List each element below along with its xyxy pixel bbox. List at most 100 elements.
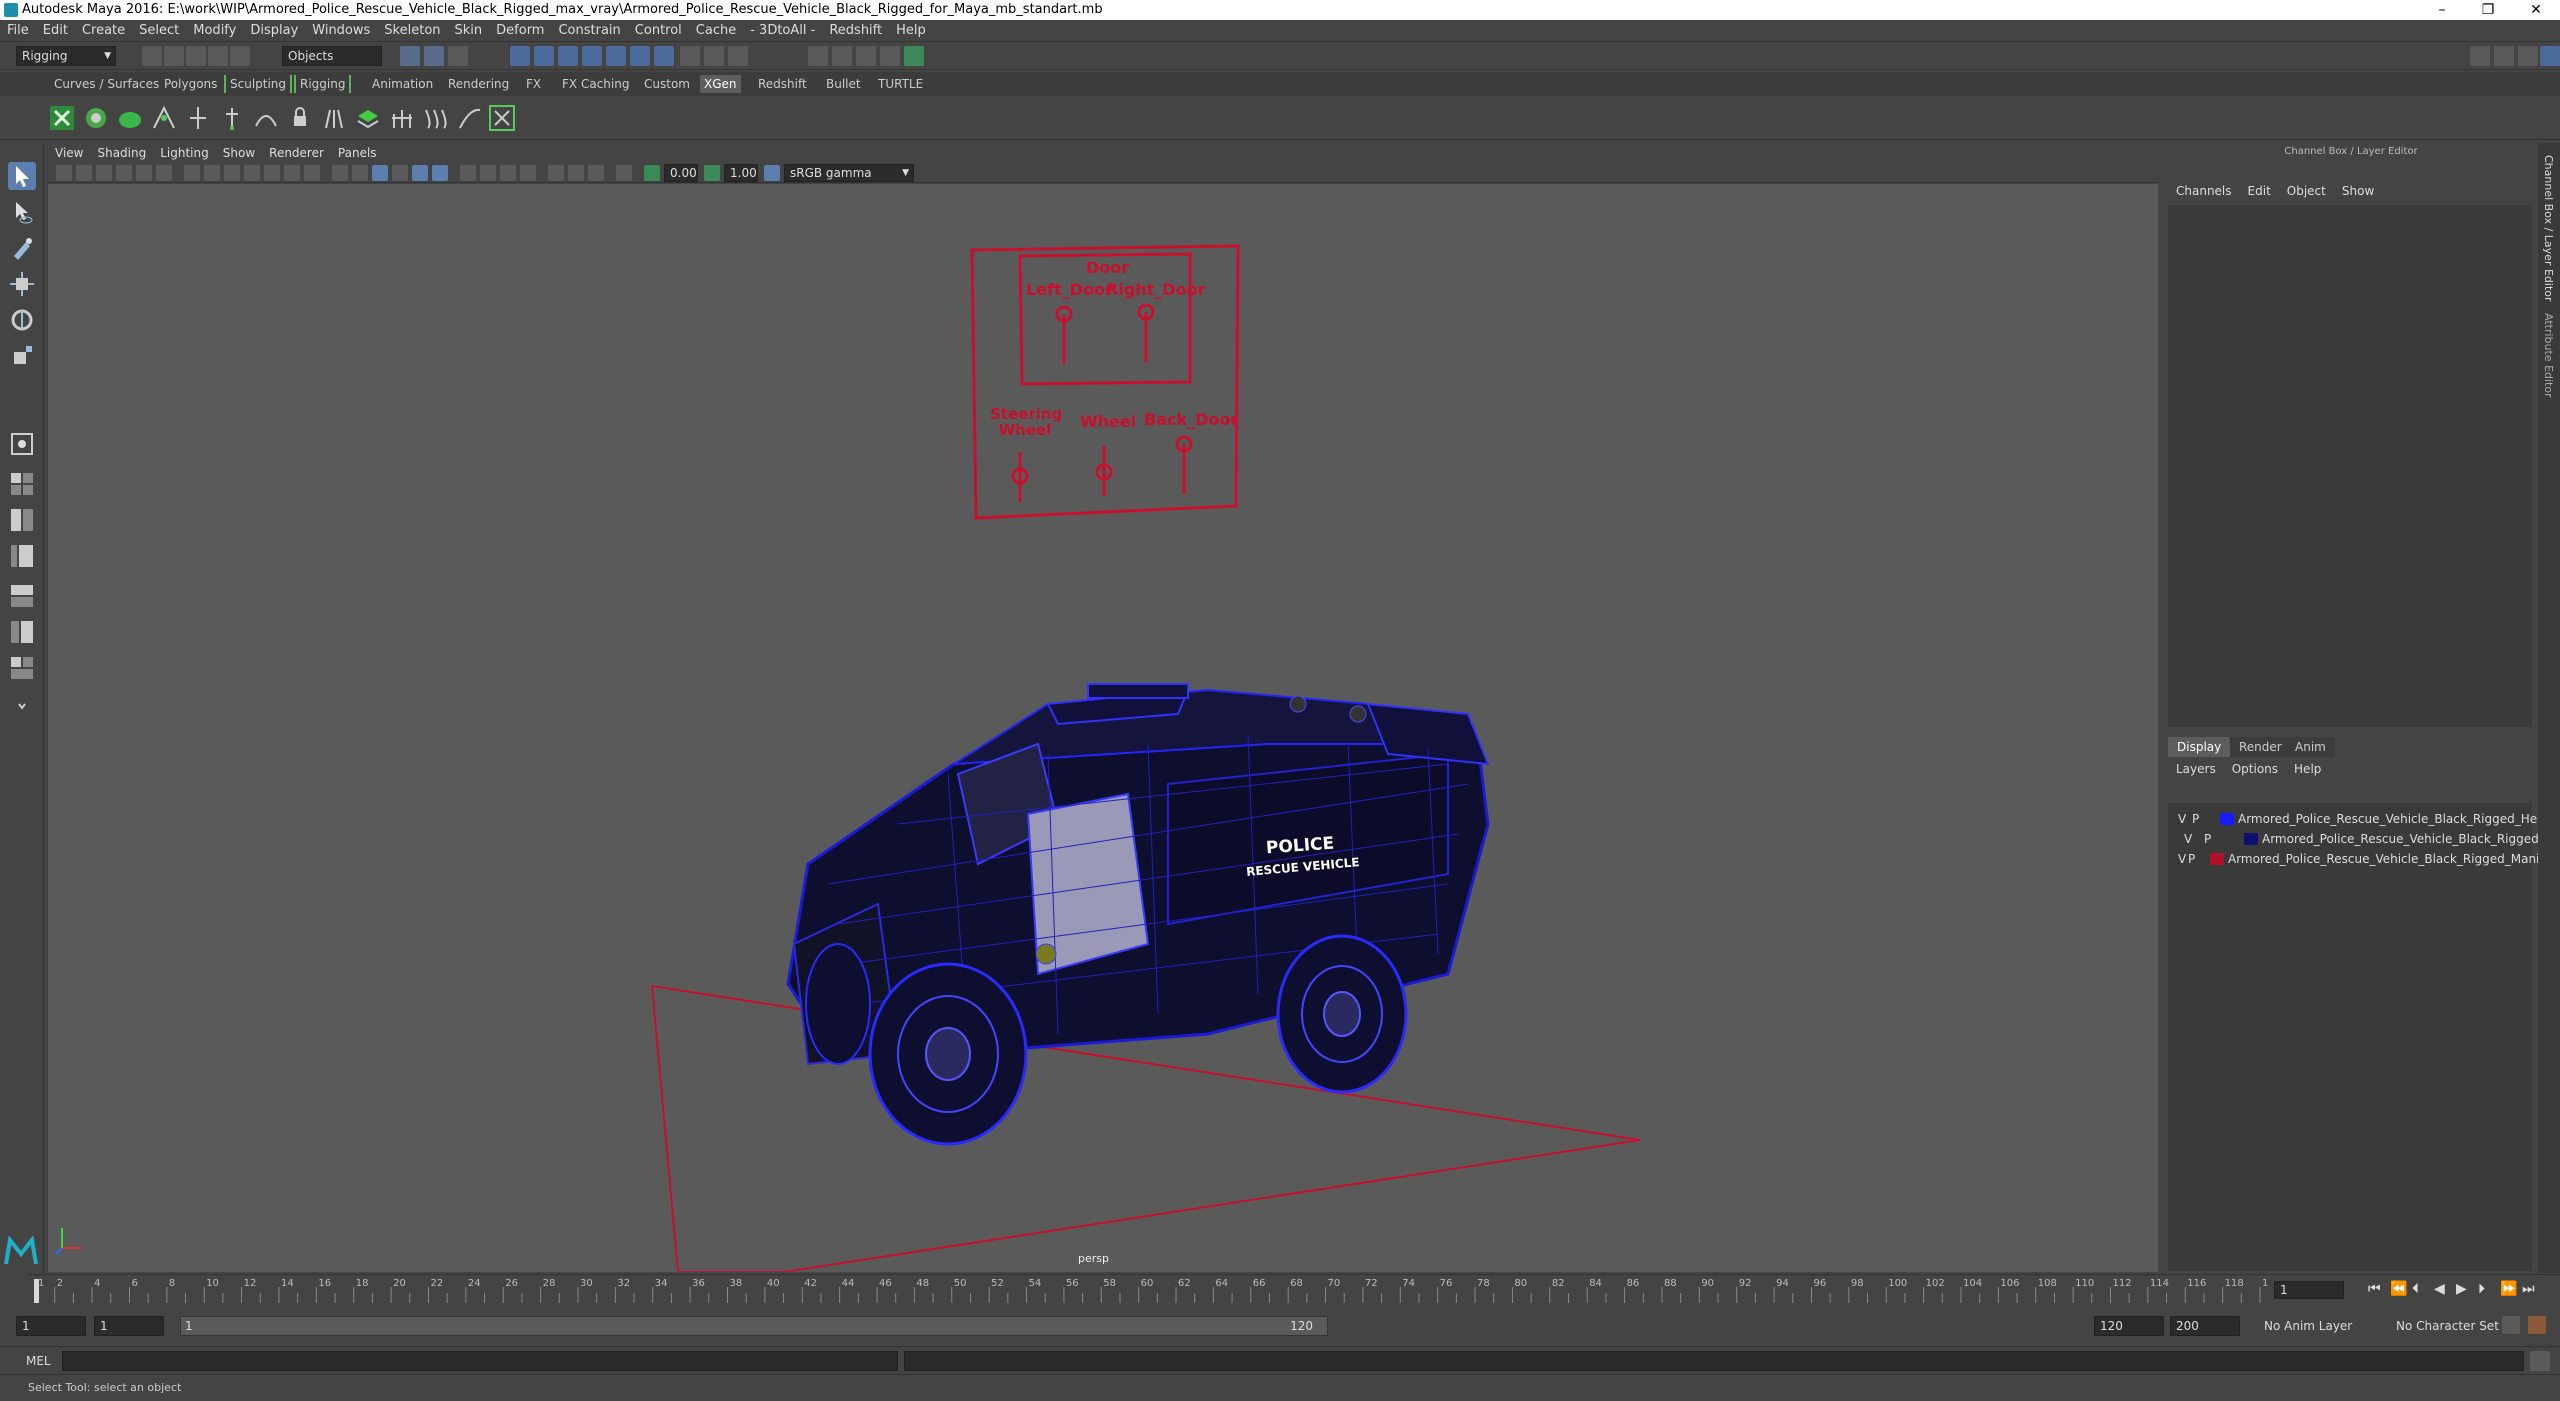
options-menu[interactable]: Options <box>2224 759 2286 779</box>
grid-icon[interactable] <box>184 165 200 181</box>
camera-select-icon[interactable] <box>56 165 72 181</box>
xray-joints-icon[interactable] <box>588 165 604 181</box>
go-to-end-button[interactable]: ⏭ <box>2522 1281 2535 1297</box>
menu-redshift[interactable]: Redshift <box>822 20 889 42</box>
snap-live-icon[interactable] <box>630 46 650 66</box>
hypershade-icon[interactable] <box>880 46 900 66</box>
open-scene-icon[interactable] <box>164 46 184 66</box>
xray-components-icon[interactable] <box>616 165 632 181</box>
ipr-render-icon[interactable] <box>832 46 852 66</box>
menu-display[interactable]: Display <box>243 20 305 42</box>
motion-blur-icon[interactable] <box>480 165 496 181</box>
tab-display[interactable]: Display <box>2168 737 2231 757</box>
xgen-add-guide-icon[interactable] <box>184 104 212 132</box>
tab-fx-caching[interactable]: FX Caching <box>558 75 633 93</box>
step-back-key-button[interactable]: ⏪ <box>2390 1281 2407 1297</box>
gate-mask-icon[interactable] <box>244 165 260 181</box>
animation-start-field[interactable]: 1 <box>16 1316 86 1336</box>
layer-visibility-toggle[interactable]: V <box>2184 829 2192 849</box>
rotate-tool-icon[interactable] <box>8 306 36 334</box>
rear-left-wheel[interactable] <box>1276 934 1408 1094</box>
safe-title-icon[interactable] <box>304 165 320 181</box>
panel-menu-shading[interactable]: Shading <box>90 143 153 163</box>
xgen-description-icon[interactable] <box>116 104 144 132</box>
resolution-gate-icon[interactable] <box>224 165 240 181</box>
snap-point-icon[interactable] <box>558 46 578 66</box>
xgen-bend-icon[interactable] <box>456 104 484 132</box>
minimize-button[interactable]: – <box>2420 0 2464 20</box>
toolbox-more-icon[interactable] <box>8 692 36 720</box>
layer-color-swatch[interactable] <box>2244 833 2258 845</box>
menu-edit[interactable]: Edit <box>36 20 75 42</box>
xgen-comb-icon[interactable] <box>422 104 450 132</box>
menu-skin[interactable]: Skin <box>448 20 490 42</box>
mel-input[interactable] <box>62 1351 898 1371</box>
channel-box-side-tab[interactable]: Channel Box / Layer Editor <box>2542 155 2555 302</box>
render-frame-icon[interactable] <box>808 46 828 66</box>
field-chart-icon[interactable] <box>264 165 280 181</box>
tab-bullet[interactable]: Bullet <box>822 75 865 93</box>
snap-view-icon[interactable] <box>582 46 602 66</box>
tab-custom[interactable]: Custom <box>640 75 694 93</box>
animation-end-field[interactable]: 200 <box>2170 1316 2240 1336</box>
panel-menu-lighting[interactable]: Lighting <box>153 143 216 163</box>
render-settings-icon[interactable] <box>856 46 876 66</box>
snap-curve-icon[interactable] <box>534 46 554 66</box>
playback-end-field[interactable]: 120 <box>2094 1316 2164 1336</box>
tab-anim[interactable]: Anim <box>2286 737 2335 757</box>
tab-sculpting[interactable]: Sculpting <box>224 75 293 93</box>
armored-vehicle-mesh[interactable] <box>786 683 1490 1146</box>
xgen-normalize-icon[interactable] <box>320 104 348 132</box>
screen-space-ao-icon[interactable] <box>460 165 476 181</box>
wireframe-on-shaded-icon[interactable] <box>372 165 388 181</box>
menu-constrain[interactable]: Constrain <box>551 20 627 42</box>
select-by-hierarchy-icon[interactable] <box>400 46 420 66</box>
script-language-toggle[interactable]: MEL <box>26 1347 51 1375</box>
save-scene-icon[interactable] <box>186 46 206 66</box>
help-menu[interactable]: Help <box>2286 759 2329 779</box>
xray-icon[interactable] <box>568 165 584 181</box>
select-by-component-icon[interactable] <box>448 46 468 66</box>
layer-row-manipulators[interactable]: V P Armored_Police_Rescue_Vehicle_Black_… <box>2168 849 2560 869</box>
two-pane-layout-icon[interactable] <box>8 506 36 534</box>
close-button[interactable]: ✕ <box>2514 0 2558 20</box>
panel-menu-panels[interactable]: Panels <box>331 143 384 163</box>
channel-object-menu[interactable]: Object <box>2279 181 2334 201</box>
scale-tool-icon[interactable] <box>8 342 36 370</box>
menu-modify[interactable]: Modify <box>186 20 243 42</box>
graph-editor-layout-icon[interactable] <box>8 582 36 610</box>
channels-menu[interactable]: Channels <box>2168 181 2240 201</box>
go-to-start-button[interactable]: ⏮ <box>2368 1281 2381 1297</box>
move-tool-icon[interactable] <box>8 270 36 298</box>
lock-icon[interactable] <box>728 46 748 66</box>
exposure-icon[interactable] <box>644 165 660 181</box>
step-forward-key-button[interactable]: ⏩ <box>2500 1281 2517 1297</box>
layer-playback-toggle[interactable]: P <box>2204 829 2211 849</box>
channel-show-menu[interactable]: Show <box>2334 181 2382 201</box>
time-slider[interactable]: 1 2 4 6 8 10 12 14 16 18 20 22 24 26 28 30 32 34 36 38 40 42 4… <box>28 1274 2281 1304</box>
perspective-viewport[interactable]: Door Left_Door Right_Door Steering Wheel… <box>48 184 2158 1272</box>
xgen-sculpt-icon[interactable] <box>252 104 280 132</box>
menuset-dropdown[interactable]: Rigging ▼ <box>16 46 116 66</box>
modeling-toolkit-icon[interactable] <box>2518 46 2538 66</box>
menu-windows[interactable]: Windows <box>305 20 377 42</box>
layers-menu[interactable]: Layers <box>2168 759 2224 779</box>
safe-action-icon[interactable] <box>284 165 300 181</box>
new-scene-icon[interactable] <box>142 46 162 66</box>
layer-playback-toggle[interactable]: P <box>2188 849 2195 869</box>
shelf-scroll-icon[interactable] <box>2540 102 2550 132</box>
attribute-editor-side-tab[interactable]: Attribute Editor <box>2542 313 2555 398</box>
layer-row-rigged[interactable]: V P Armored_Police_Rescue_Vehicle_Black_… <box>2168 829 2539 849</box>
playback-start-field[interactable]: 1 <box>94 1316 164 1336</box>
layer-color-swatch[interactable] <box>2210 853 2224 865</box>
textured-icon[interactable] <box>392 165 408 181</box>
construction-history-icon[interactable] <box>704 46 724 66</box>
menu-file[interactable]: File <box>0 20 36 42</box>
xgen-window-icon[interactable] <box>48 104 76 132</box>
image-plane-icon[interactable] <box>116 165 132 181</box>
film-gate-icon[interactable] <box>204 165 220 181</box>
character-set-dropdown[interactable]: No Character Set <box>2396 1316 2516 1336</box>
smooth-shade-icon[interactable] <box>352 165 368 181</box>
play-forwards-button[interactable]: ▶ <box>2456 1281 2467 1297</box>
use-all-lights-icon[interactable] <box>412 165 428 181</box>
